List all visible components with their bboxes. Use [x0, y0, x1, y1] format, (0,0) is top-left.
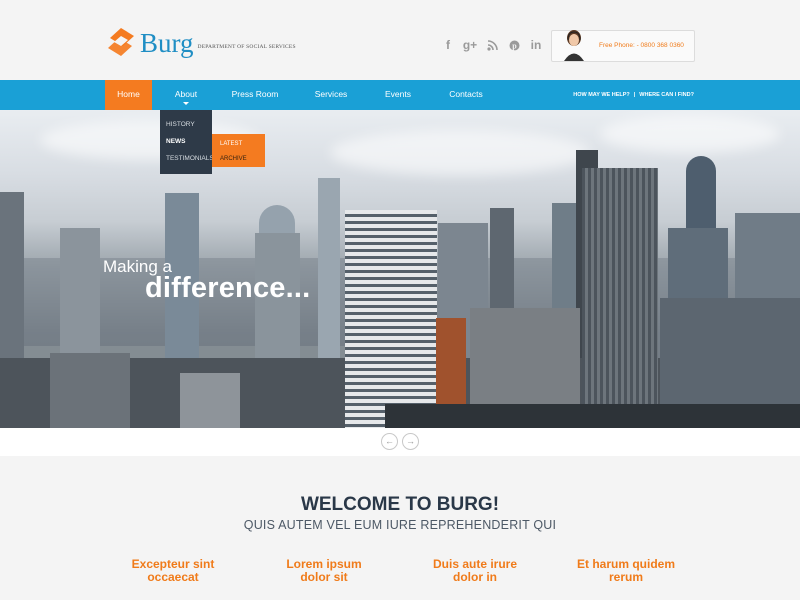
news-submenu: LATEST ARCHIVE [212, 134, 265, 167]
feature-title[interactable]: Duis aute irure dolor in [410, 558, 540, 584]
facebook-icon[interactable]: f [440, 37, 456, 53]
nav-item-press-room[interactable]: Press Room [228, 80, 282, 110]
submenu-item-archive[interactable]: ARCHIVE [220, 156, 247, 162]
pinterest-icon[interactable]: p [506, 37, 522, 53]
arrow-left-icon: ← [385, 436, 394, 446]
main-nav: Home About Press Room Services Events Co… [0, 80, 800, 110]
arrow-right-icon: → [406, 436, 415, 446]
support-agent-avatar [564, 30, 584, 61]
logo-tagline: DEPARTMENT OF SOCIAL SERVICES [197, 44, 296, 50]
logo-name: Burg [140, 27, 194, 58]
nav-utility-links: HOW MAY WE HELP? | WHERE CAN I FIND? [573, 92, 694, 98]
hero-text-line2: difference... [145, 272, 311, 304]
how-may-we-help-link[interactable]: HOW MAY WE HELP? [573, 92, 630, 98]
welcome-subtitle: QUIS AUTEM VEL EUM IURE REPREHENDERIT QU… [243, 518, 557, 532]
rss-icon[interactable] [484, 37, 500, 53]
about-dropdown-menu: HISTORY NEWS TESTIMONIALS [160, 110, 214, 174]
nav-item-events[interactable]: Events [377, 80, 419, 110]
site-header: Burg DEPARTMENT OF SOCIAL SERVICES f g+ … [0, 0, 800, 80]
menu-item-history[interactable]: HISTORY [166, 121, 195, 128]
feature-title-line2: dolor sit [300, 570, 348, 584]
feature-title-line2: dolor in [453, 570, 497, 584]
social-links: f g+ p in [440, 37, 544, 53]
free-phone-box[interactable]: Free Phone: - 0800 368 0360 [551, 30, 695, 62]
feature-title[interactable]: Excepteur sint occaecat [108, 558, 238, 584]
nav-item-about-label: About [174, 89, 198, 99]
nav-item-about[interactable]: About [160, 80, 212, 110]
feature-title-line2: rerum [608, 570, 643, 584]
slider-controls-bar [0, 428, 800, 456]
nav-item-contacts[interactable]: Contacts [442, 80, 490, 110]
chevron-down-icon [183, 102, 189, 105]
feature-title[interactable]: Et harum quidem rerum [561, 558, 691, 584]
nav-item-services[interactable]: Services [308, 80, 354, 110]
welcome-title: WELCOME TO BURG! [300, 494, 500, 515]
linkedin-icon[interactable]: in [528, 37, 544, 53]
logo[interactable]: Burg DEPARTMENT OF SOCIAL SERVICES [104, 26, 296, 60]
svg-text:p: p [512, 41, 517, 50]
slider-prev-button[interactable]: ← [381, 433, 398, 450]
feature-title[interactable]: Lorem ipsum dolor sit [259, 558, 389, 584]
submenu-item-latest[interactable]: LATEST [220, 141, 242, 147]
menu-item-testimonials[interactable]: TESTIMONIALS [166, 155, 214, 162]
google-plus-icon[interactable]: g+ [462, 37, 478, 53]
hero-slider-image: Making a difference... [0, 110, 800, 428]
menu-item-news[interactable]: NEWS [166, 138, 186, 145]
nav-item-home[interactable]: Home [105, 80, 152, 110]
logo-mark-icon [108, 28, 134, 56]
where-can-i-find-link[interactable]: WHERE CAN I FIND? [639, 92, 694, 98]
feature-title-line2: occaecat [147, 570, 199, 584]
slider-next-button[interactable]: → [402, 433, 419, 450]
free-phone-number: Free Phone: - 0800 368 0360 [599, 42, 684, 49]
